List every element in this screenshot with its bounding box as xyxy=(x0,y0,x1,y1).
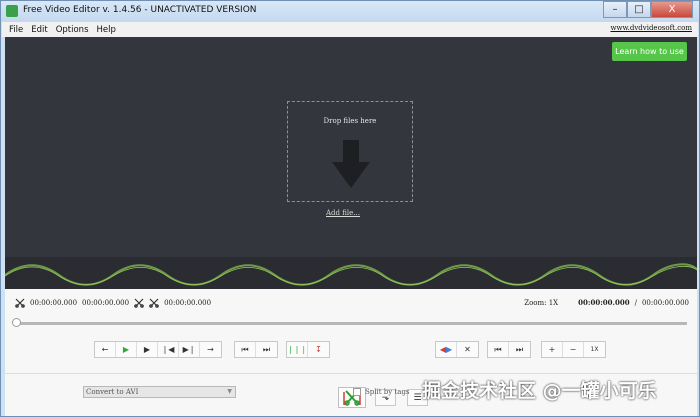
previous-frame-icon[interactable]: ❘◀ xyxy=(158,342,179,357)
learn-how-to-use-button[interactable]: Learn how to use xyxy=(612,42,687,61)
time-separator: / xyxy=(634,298,637,307)
menu-file[interactable]: File xyxy=(9,25,23,35)
drop-zone[interactable]: Drop files here xyxy=(287,101,413,202)
editor-panel: 00:00:00.000 00:00:00.000 00:00:00.000 Z… xyxy=(5,289,697,416)
menu-help[interactable]: Help xyxy=(97,25,116,35)
playback-controls: ← ▶ ▶ ❘◀ ▶❘ → xyxy=(94,341,222,358)
add-file-link[interactable]: Add file... xyxy=(326,209,360,217)
cut-selection-icon[interactable] xyxy=(149,298,159,308)
menu-bar: File Edit Options Help xyxy=(2,22,698,37)
output-format-value: Convert to AVI xyxy=(86,388,139,396)
marker-icon[interactable]: ❘❘❘ xyxy=(287,342,308,357)
zoom-out-icon[interactable]: − xyxy=(563,342,584,357)
split-by-tags-label: Split by tags xyxy=(365,388,410,396)
go-start-icon[interactable]: ⏮ xyxy=(235,342,256,357)
video-canvas[interactable]: Learn how to use Drop files here Add fil… xyxy=(5,37,697,289)
close-button[interactable]: X xyxy=(651,1,693,18)
seek-bar[interactable] xyxy=(14,322,687,325)
marker-controls: ❘❘❘ ↧ xyxy=(286,341,330,358)
go-end-icon[interactable]: ⏭ xyxy=(256,342,277,357)
current-time: 00:00:00.000 xyxy=(578,298,630,307)
duration: 00:00:00.000 xyxy=(641,298,689,307)
dropdown-arrow-icon: ▼ xyxy=(227,388,232,395)
drop-zone-title: Drop files here xyxy=(323,117,377,125)
seek-thumb[interactable] xyxy=(12,318,21,327)
website-link[interactable]: www.dvdvideosoft.com xyxy=(610,24,692,32)
editing-toolbar: ← ▶ ▶ ❘◀ ▶❘ → ⏮ ⏭ ❘❘❘ ↧ ⬎ ☰ ◀ ▶ ✕ ⏮ ⏭ + … xyxy=(5,337,697,408)
selection-time: 00:00:00.000 xyxy=(164,299,212,307)
skip-controls: ⏮ ⏭ xyxy=(487,341,531,358)
menu-edit[interactable]: Edit xyxy=(31,25,47,35)
app-window: Free Video Editor v. 1.4.56 - UNACTIVATE… xyxy=(0,0,700,417)
adjust-icon: ☰ xyxy=(413,392,422,403)
panel-divider xyxy=(5,373,697,374)
skip-next-icon[interactable]: ⏭ xyxy=(509,342,530,357)
title-bar[interactable]: Free Video Editor v. 1.4.56 - UNACTIVATE… xyxy=(1,1,699,22)
playback-times: Zoom: 1X 00:00:00.000 / 00:00:00.000 xyxy=(524,298,689,307)
step-back-icon[interactable]: ← xyxy=(95,342,116,357)
app-icon xyxy=(6,5,18,17)
delete-icon[interactable]: ✕ xyxy=(457,342,478,357)
cut-button[interactable] xyxy=(338,387,366,408)
zoom-speed[interactable]: 1X xyxy=(584,342,605,357)
selection-times: 00:00:00.000 00:00:00.000 00:00:00.000 xyxy=(15,298,211,308)
step-forward-icon[interactable]: → xyxy=(200,342,221,357)
watermark-text: 掘金技术社区 @一罐小可乐 xyxy=(422,380,657,402)
next-frame-icon[interactable]: ▶❘ xyxy=(179,342,200,357)
split-by-tags-checkbox[interactable] xyxy=(353,388,361,396)
mark-out-icon[interactable] xyxy=(134,298,144,308)
zoom-controls: + − 1X xyxy=(541,341,606,358)
play-icon[interactable]: ▶ xyxy=(116,342,137,357)
play-selection-icon[interactable]: ▶ xyxy=(137,342,158,357)
menu-options[interactable]: Options xyxy=(56,25,89,35)
skip-previous-icon[interactable]: ⏮ xyxy=(488,342,509,357)
out-time: 00:00:00.000 xyxy=(82,299,130,307)
minimize-button[interactable]: – xyxy=(603,1,627,18)
maximize-button[interactable]: □ xyxy=(627,1,651,18)
mark-in-icon[interactable] xyxy=(15,298,25,308)
window-controls: – □ X xyxy=(603,1,693,19)
in-time: 00:00:00.000 xyxy=(30,299,78,307)
navigation-controls: ⏮ ⏭ xyxy=(234,341,278,358)
zoom-in-icon[interactable]: + xyxy=(542,342,563,357)
download-arrow-icon xyxy=(332,140,370,188)
rotate-icon[interactable]: ◀ ▶ xyxy=(436,342,457,357)
waveform-strip xyxy=(5,257,697,289)
download-marker-icon[interactable]: ↧ xyxy=(308,342,329,357)
time-row: 00:00:00.000 00:00:00.000 00:00:00.000 Z… xyxy=(15,298,689,310)
output-format-select[interactable]: Convert to AVI ▼ xyxy=(83,386,236,398)
effects-controls: ◀ ▶ ✕ xyxy=(435,341,479,358)
window-title: Free Video Editor v. 1.4.56 - UNACTIVATE… xyxy=(23,5,257,15)
zoom-label: Zoom: 1X xyxy=(524,298,559,307)
